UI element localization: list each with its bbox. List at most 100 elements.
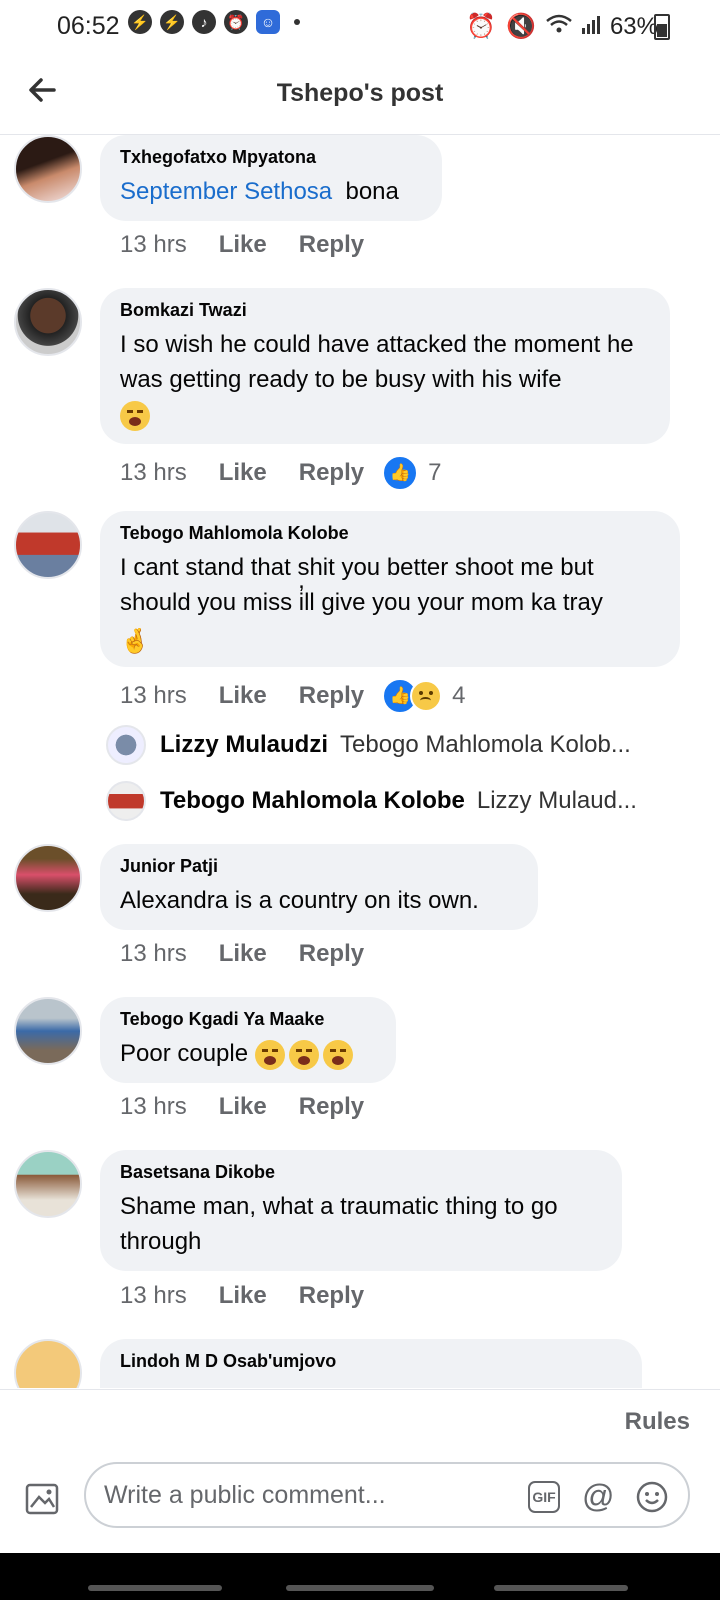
sad-reaction-icon <box>410 680 443 712</box>
mention-icon[interactable]: @ <box>582 1480 614 1513</box>
comment-actions: 13 hrs Like Reply <box>120 1282 364 1310</box>
comment-text: Poor couple <box>120 1036 376 1071</box>
comment-actions: 13 hrs Like Reply 👍 7 <box>120 455 441 491</box>
reply-button[interactable]: Reply <box>299 231 364 259</box>
comment-time[interactable]: 13 hrs <box>120 1093 187 1121</box>
messenger-icon: ⚡ <box>128 10 152 34</box>
crying-emoji-icon <box>322 1039 353 1070</box>
wifi-icon <box>546 13 572 41</box>
comment-input-placeholder: Write a public comment... <box>104 1481 386 1509</box>
comment-bubble[interactable]: Basetsana Dikobe Shame man, what a traum… <box>100 1150 622 1271</box>
comment-author[interactable]: Tebogo Kgadi Ya Maake <box>120 1009 376 1030</box>
status-time: 06:52 <box>57 12 120 40</box>
messenger-icon: ⚡ <box>160 10 184 34</box>
like-button[interactable]: Like <box>219 459 267 487</box>
crying-emoji-icon <box>120 400 150 431</box>
reply-preview[interactable]: Lizzy Mulaudzi Tebogo Mahlomola Kolob... <box>106 725 631 765</box>
avatar[interactable] <box>106 781 146 821</box>
signal-icon <box>581 13 600 41</box>
post-header: Tshepo's post <box>0 52 720 135</box>
reply-button[interactable]: Reply <box>299 1093 364 1121</box>
like-button[interactable]: Like <box>219 1282 267 1310</box>
like-button[interactable]: Like <box>219 940 267 968</box>
reply-text: Lizzy Mulaud... <box>476 787 637 814</box>
battery-icon <box>654 14 670 40</box>
crying-emoji-icon <box>288 1039 319 1070</box>
comment-actions: 13 hrs Like Reply <box>120 940 364 968</box>
reply-button[interactable]: Reply <box>299 459 364 487</box>
comment-actions: 13 hrs Like Reply 👍 4 <box>120 678 465 714</box>
comment-time[interactable]: 13 hrs <box>120 940 187 968</box>
reactions-summary[interactable]: 👍 7 <box>382 455 441 491</box>
comment-bubble[interactable]: Tebogo Mahlomola Kolobe I cant stand tha… <box>100 511 680 667</box>
reply-author[interactable]: Tebogo Mahlomola Kolobe <box>160 787 465 815</box>
reactions-summary[interactable]: 👍 4 <box>382 678 465 714</box>
reply-button[interactable]: Reply <box>299 1282 364 1310</box>
avatar[interactable] <box>14 288 82 356</box>
like-reaction-icon: 👍 <box>382 455 419 491</box>
app-icon: ☺ <box>256 10 280 34</box>
notification-icon: ♪ <box>192 10 216 34</box>
comment-actions: 13 hrs Like Reply <box>120 231 364 259</box>
home-button[interactable] <box>286 1585 434 1591</box>
avatar[interactable] <box>14 844 82 912</box>
recents-button[interactable] <box>88 1585 222 1591</box>
alarm-icon: ⏰ <box>224 10 248 34</box>
comment-bubble[interactable]: Tebogo Kgadi Ya Maake Poor couple <box>100 997 396 1083</box>
battery-percent: 63% <box>609 12 658 40</box>
emoji-icon[interactable] <box>636 1481 668 1513</box>
reply-text: Tebogo Mahlomola Kolob... <box>340 731 631 758</box>
avatar[interactable] <box>14 1339 82 1388</box>
back-button[interactable] <box>494 1585 628 1591</box>
comment-bubble[interactable]: Lindoh M D Osab'umjovo <box>100 1339 642 1388</box>
reply-preview[interactable]: Tebogo Mahlomola Kolobe Lizzy Mulaud... <box>106 781 637 821</box>
avatar[interactable] <box>14 997 82 1065</box>
comment-time[interactable]: 13 hrs <box>120 231 187 259</box>
reply-button[interactable]: Reply <box>299 682 364 710</box>
crying-emoji-icon <box>254 1039 285 1070</box>
comment-text: I cant stand that shit you better shoot … <box>120 554 603 655</box>
system-icons: ⏰ 🔇 63% <box>466 12 658 41</box>
comment-author[interactable]: Tebogo Mahlomola Kolobe <box>120 523 660 544</box>
system-nav-bar <box>0 1553 720 1600</box>
comment-text: Alexandra is a country on its own. <box>120 887 479 914</box>
comment-bubble[interactable]: Bomkazi Twazi I so wish he could have at… <box>100 288 670 444</box>
comment-text: I so wish he could have attacked the mom… <box>120 327 650 432</box>
comment-author[interactable]: Lindoh M D Osab'umjovo <box>120 1351 622 1372</box>
comment-bubble[interactable]: Junior Patji Alexandra is a country on i… <box>100 844 538 930</box>
status-bar: 06:52 ⚡ ⚡ ♪ ⏰ ☺ ⏰ 🔇 63% <box>0 0 720 52</box>
comment-bubble[interactable]: Txhegofatxo Mpyatona September Sethosa b… <box>100 135 442 221</box>
comment-author[interactable]: Basetsana Dikobe <box>120 1162 602 1183</box>
reaction-count: 7 <box>428 459 442 486</box>
like-button[interactable]: Like <box>219 682 267 710</box>
notification-icons: ⚡ ⚡ ♪ ⏰ ☺ <box>128 10 300 34</box>
gif-icon[interactable]: GIF <box>528 1481 560 1513</box>
reply-author[interactable]: Lizzy Mulaudzi <box>160 731 328 759</box>
comment-author[interactable]: Junior Patji <box>120 856 518 877</box>
photo-icon[interactable] <box>22 1478 62 1518</box>
rules-link[interactable]: Rules <box>625 1408 690 1436</box>
avatar[interactable] <box>14 1150 82 1218</box>
comment-time[interactable]: 13 hrs <box>120 1282 187 1310</box>
reaction-count: 4 <box>452 682 466 709</box>
avatar[interactable] <box>14 135 82 203</box>
like-button[interactable]: Like <box>219 1093 267 1121</box>
comments-list[interactable]: Txhegofatxo Mpyatona September Sethosa b… <box>0 135 720 1388</box>
comment-input[interactable]: Write a public comment... GIF @ <box>84 1462 690 1528</box>
mention-link[interactable]: September Sethosa <box>120 178 332 205</box>
avatar[interactable] <box>106 725 146 765</box>
comment-text: September Sethosa bona <box>120 178 399 205</box>
more-notifications-icon <box>294 19 300 25</box>
comment-author[interactable]: Txhegofatxo Mpyatona <box>120 147 422 168</box>
like-button[interactable]: Like <box>219 231 267 259</box>
mute-icon: 🔇 <box>506 13 536 40</box>
comment-author[interactable]: Bomkazi Twazi <box>120 300 650 321</box>
page-title: Tshepo's post <box>276 79 444 107</box>
reply-button[interactable]: Reply <box>299 940 364 968</box>
comment-time[interactable]: 13 hrs <box>120 682 187 710</box>
fingers-crossed-emoji-icon: 🤞 <box>120 627 150 655</box>
comment-time[interactable]: 13 hrs <box>120 459 187 487</box>
comment-text: Shame man, what a traumatic thing to go … <box>120 1193 558 1255</box>
comment-actions: 13 hrs Like Reply <box>120 1093 364 1121</box>
avatar[interactable] <box>14 511 82 579</box>
